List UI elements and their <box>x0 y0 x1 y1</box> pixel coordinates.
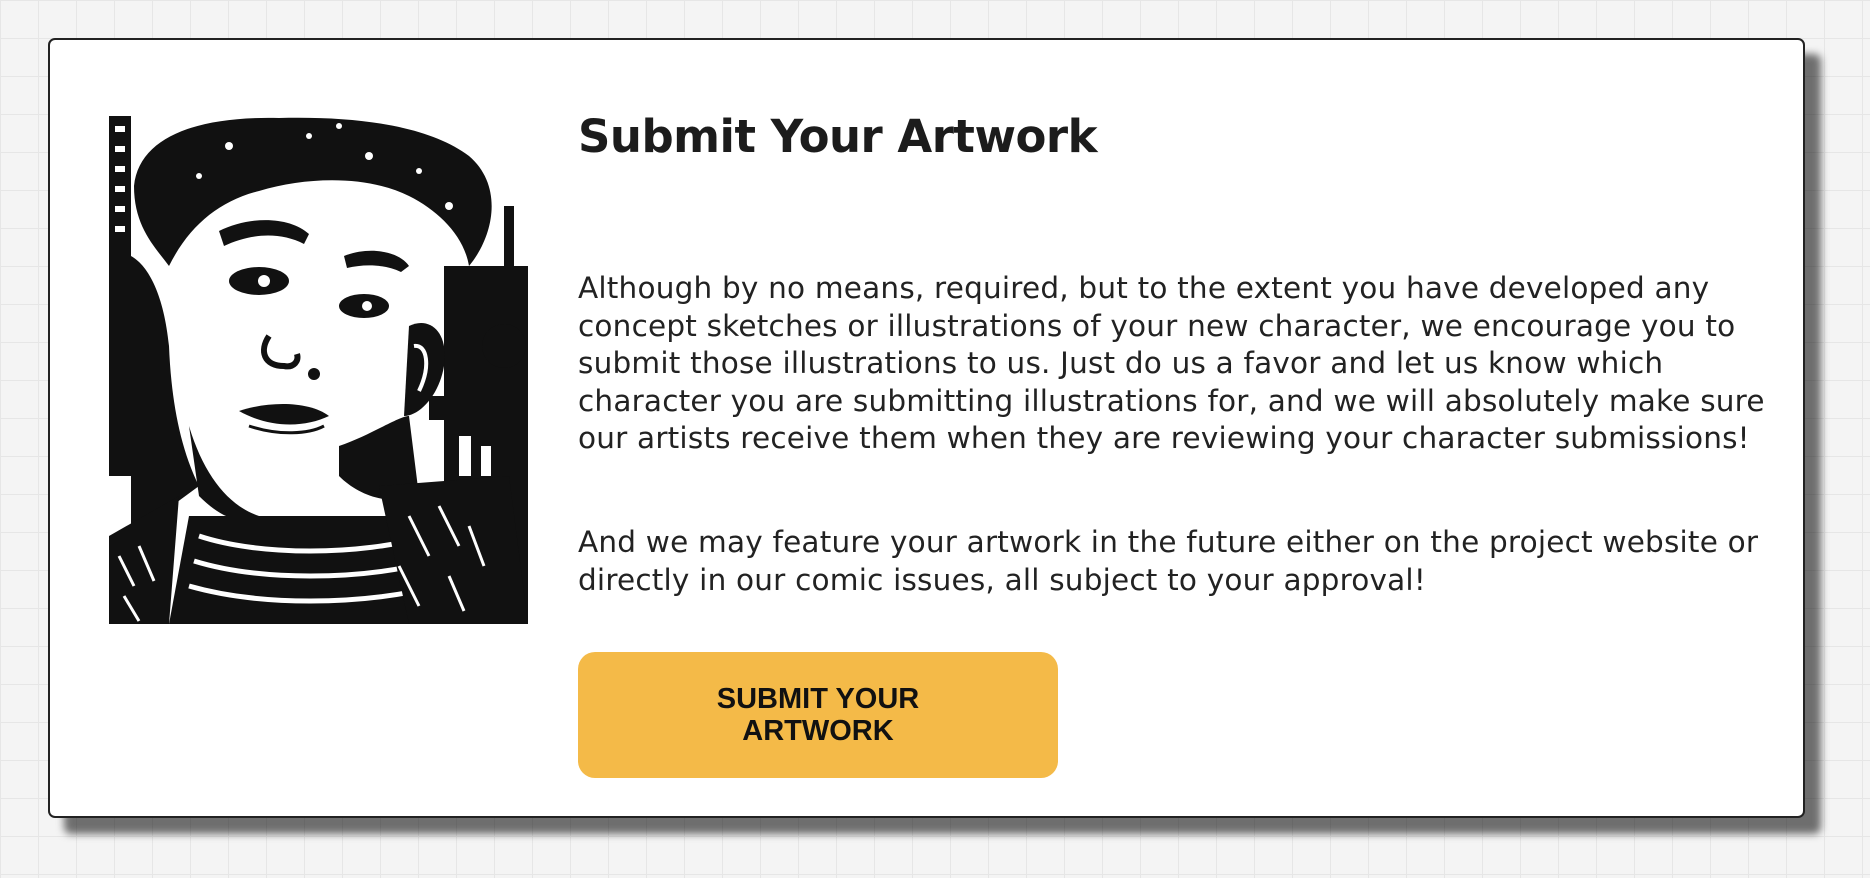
comic-portrait-image <box>109 116 528 624</box>
intro-paragraph: Although by no means, required, but to t… <box>578 271 1765 455</box>
page-title: Submit Your Artwork <box>578 110 1098 163</box>
artwork-card: Submit Your Artwork Although by no means… <box>48 38 1805 818</box>
feature-paragraph: And we may feature your artwork in the f… <box>578 525 1759 597</box>
comic-portrait-illustration <box>109 116 528 624</box>
artwork-content: Submit Your Artwork Although by no means… <box>578 110 1778 597</box>
submit-artwork-button[interactable]: SUBMIT YOUR ARTWORK <box>578 652 1058 778</box>
